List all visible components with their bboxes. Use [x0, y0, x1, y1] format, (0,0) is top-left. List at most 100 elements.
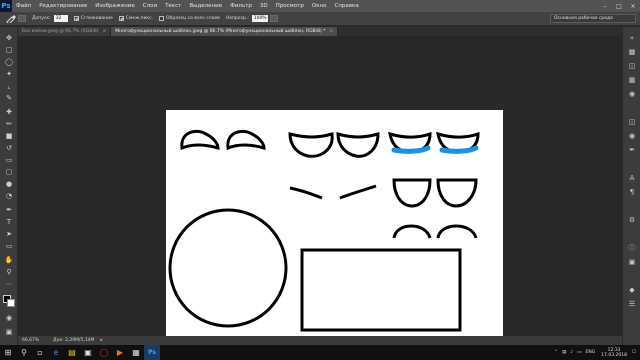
eyedropper-tool-icon[interactable]: ✎: [3, 93, 15, 103]
paths-panel-icon[interactable]: ✒: [627, 145, 637, 155]
info-panel-icon[interactable]: ⓘ: [627, 243, 637, 253]
eraser-tool-icon[interactable]: ▭: [3, 155, 15, 165]
type-tool-icon[interactable]: T: [3, 217, 15, 227]
zoom-level[interactable]: 66,67%: [22, 338, 39, 343]
maximize-icon[interactable]: □: [612, 0, 626, 12]
notifications-icon[interactable]: ☐: [632, 350, 636, 355]
menu-text[interactable]: Текст: [161, 3, 185, 9]
menu-layers[interactable]: Слои: [139, 3, 161, 9]
document-canvas[interactable]: [166, 110, 503, 338]
path-selection-tool-icon[interactable]: ➤: [3, 229, 15, 239]
close-tab-icon[interactable]: ×: [102, 29, 106, 34]
input-language[interactable]: ENG: [585, 350, 595, 355]
clock[interactable]: 12:33 17.03.2018: [601, 348, 627, 358]
canvas-artwork: [168, 129, 480, 332]
eye-shape: [436, 178, 478, 208]
tools-panel: ✥ □ ◯ ✦ ⌞ ✎ ✚ ✏ ■ ↺ ▭ ▢ ● ◔ ✒ T ➤ ▭ ✋ ⚲ …: [0, 27, 18, 345]
history-brush-tool-icon[interactable]: ↺: [3, 143, 15, 153]
zoom-tool-icon[interactable]: ⚲: [3, 267, 15, 277]
document-size: Док: 2,29M/5,14M: [53, 338, 95, 343]
menu-filter[interactable]: Фильтр: [226, 3, 256, 9]
screen-mode-icon[interactable]: ▣: [3, 327, 15, 337]
menu-window[interactable]: Окно: [308, 3, 331, 9]
media-player-icon[interactable]: ▶: [112, 345, 128, 360]
blur-tool-icon[interactable]: ●: [3, 179, 15, 189]
pen-tool-icon[interactable]: ✒: [3, 205, 15, 215]
close-tab-icon[interactable]: ×: [329, 29, 333, 34]
clone-stamp-tool-icon[interactable]: ■: [3, 131, 15, 141]
status-bar: 66,67% Док: 2,29M/5,14M ▸: [18, 336, 622, 345]
task-view-icon[interactable]: ▫: [32, 345, 48, 360]
minimize-icon[interactable]: –: [598, 0, 612, 12]
tolerance-label: Допуск:: [32, 16, 51, 21]
quick-mask-icon[interactable]: ◉: [3, 313, 15, 323]
all-layers-checkbox[interactable]: Образец со всех слоев: [159, 16, 220, 21]
lasso-tool-icon[interactable]: ◯: [3, 57, 15, 67]
eyebrow-line: [289, 186, 323, 200]
paragraph-panel-icon[interactable]: ¶: [627, 187, 637, 197]
tolerance-input[interactable]: 32: [53, 15, 68, 22]
opera-browser-icon[interactable]: ◯: [96, 345, 112, 360]
photoshop-taskbar-icon[interactable]: Ps: [144, 345, 160, 360]
properties-panel-icon[interactable]: ⚙: [627, 215, 637, 225]
menu-3d[interactable]: 3D: [256, 3, 272, 9]
all-layers-check-icon: [159, 16, 165, 21]
tool-preset-picker[interactable]: [6, 14, 26, 23]
smoothing-checkbox[interactable]: Сглаживание: [73, 16, 113, 21]
character-panel-icon[interactable]: A: [627, 173, 637, 183]
crop-tool-icon[interactable]: ⌞: [3, 81, 15, 91]
brushes-panel-icon[interactable]: ◉: [627, 89, 637, 99]
eye-shape: [336, 132, 380, 158]
taskbar: ⊞ ⚲ ▫ e ▤ ▣ ◯ ▶ ▦ Ps ⌃ ▤ ♪ ▭ ENG 12:33 1…: [0, 345, 640, 360]
smoothing-check-icon: [73, 16, 79, 21]
gradient-tool-icon[interactable]: ▢: [3, 167, 15, 177]
healing-brush-tool-icon[interactable]: ✚: [3, 107, 15, 117]
navigator-panel-icon[interactable]: ▣: [627, 257, 637, 267]
tab-document-1[interactable]: Без имени.jpeg @ 66,7% (RGB/8) ×: [18, 27, 112, 36]
photos-app-icon[interactable]: ▦: [128, 345, 144, 360]
search-icon[interactable]: ⚲: [16, 345, 32, 360]
hand-tool-icon[interactable]: ✋: [3, 255, 15, 265]
dodge-tool-icon[interactable]: ◔: [3, 191, 15, 201]
swatches-panel-icon[interactable]: ▦: [627, 75, 637, 85]
quick-select-tool-icon[interactable]: ✦: [3, 69, 15, 79]
network-icon[interactable]: ▤: [562, 350, 566, 355]
panel-dock: » ▩ ◫ ▦ ◉ ◫ ◉ ✒ A ¶ ⚙ ⓘ ▣ ◆ ☰: [622, 27, 640, 345]
layers-panel-icon[interactable]: ◫: [627, 117, 637, 127]
brush-tool-icon[interactable]: ✏: [3, 119, 15, 129]
opacity-input[interactable]: 100%: [251, 15, 268, 22]
close-icon[interactable]: ×: [626, 0, 640, 12]
status-arrow-icon[interactable]: ▸: [100, 338, 102, 343]
file-explorer-icon[interactable]: ▤: [64, 345, 80, 360]
opacity-dropdown[interactable]: [269, 15, 278, 22]
tab-label: Без имени.jpeg @ 66,7% (RGB/8): [22, 29, 99, 34]
tab-document-2[interactable]: Многофункциональный шаблон.jpeg @ 66,7% …: [111, 27, 339, 36]
battery-icon[interactable]: ▭: [577, 350, 581, 355]
tool-preset-dropdown[interactable]: [18, 15, 26, 22]
styles-panel-icon[interactable]: ◆: [627, 285, 637, 295]
move-tool-icon[interactable]: ✥: [3, 33, 15, 43]
edge-browser-icon[interactable]: e: [48, 345, 64, 360]
menu-image[interactable]: Изображение: [91, 3, 139, 9]
menu-view[interactable]: Просмотр: [272, 3, 308, 9]
menu-edit[interactable]: Редактирование: [35, 3, 91, 9]
windows-start-icon[interactable]: ⊞: [0, 345, 16, 360]
workspace-select[interactable]: Основная рабочая среда: [550, 14, 636, 23]
canvas-area[interactable]: [18, 36, 622, 338]
shape-tool-icon[interactable]: ▭: [3, 241, 15, 251]
more-tools-icon[interactable]: ⋯: [3, 279, 15, 289]
show-hidden-icons-icon[interactable]: ⌃: [554, 350, 558, 355]
volume-icon[interactable]: ♪: [570, 350, 573, 355]
menu-select[interactable]: Выделение: [185, 3, 226, 9]
libraries-panel-icon[interactable]: ☰: [627, 299, 637, 309]
channels-panel-icon[interactable]: ◉: [627, 131, 637, 141]
menu-help[interactable]: Справка: [330, 3, 362, 9]
background-color-swatch[interactable]: [7, 299, 15, 307]
contiguous-checkbox[interactable]: Смеж.пикс.: [118, 16, 153, 21]
adjustments-panel-icon[interactable]: ◫: [627, 61, 637, 71]
store-icon[interactable]: ▣: [80, 345, 96, 360]
marquee-tool-icon[interactable]: □: [3, 45, 15, 55]
history-panel-icon[interactable]: ▩: [627, 47, 637, 57]
panel-collapse-icon[interactable]: »: [627, 33, 637, 43]
menu-file[interactable]: Файл: [12, 3, 35, 9]
